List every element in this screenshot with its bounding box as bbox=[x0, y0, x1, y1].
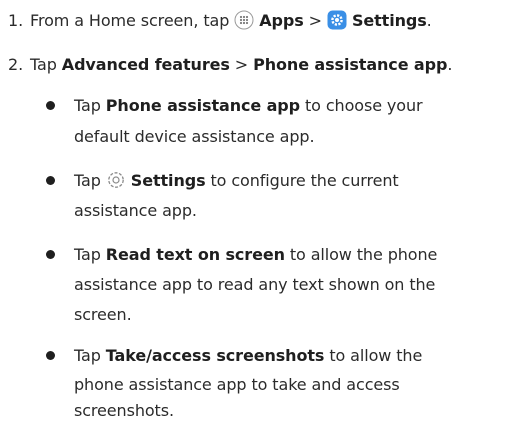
bullet-dot bbox=[46, 176, 55, 185]
bullet-3-line-3: screen. bbox=[74, 305, 132, 324]
apps-grid-icon bbox=[234, 10, 254, 36]
step-end: . bbox=[447, 55, 453, 74]
apps-label: Apps bbox=[259, 11, 304, 30]
bullet-bold: Phone assistance app bbox=[105, 96, 301, 115]
bullet-text: to configure the current bbox=[205, 171, 399, 190]
bullet-1-line-1: Tap Phone assistance app to choose your bbox=[74, 95, 423, 117]
bullet-bold: Settings bbox=[130, 171, 206, 190]
bullet-3-line-2: assistance app to read any text shown on… bbox=[74, 275, 436, 294]
step-text: From a Home screen, tap bbox=[30, 11, 235, 30]
step-text: Tap bbox=[30, 55, 62, 74]
bullet-text: Tap bbox=[74, 346, 106, 365]
phone-assistance-app-label: Phone assistance app bbox=[253, 55, 448, 74]
bullet-dot bbox=[46, 101, 55, 110]
settings-gear-filled-icon bbox=[327, 10, 347, 36]
separator: > bbox=[229, 55, 254, 74]
bullet-text: to allow the phone bbox=[284, 245, 438, 264]
step-number: 2. bbox=[8, 55, 24, 74]
bullet-text: to allow the bbox=[324, 346, 423, 365]
bullet-2-line-2: assistance app. bbox=[74, 201, 197, 220]
bullet-bold: Read text on screen bbox=[105, 245, 285, 264]
settings-label: Settings bbox=[351, 11, 427, 30]
bullet-3-line-1: Tap Read text on screen to allow the pho… bbox=[74, 244, 437, 266]
bullet-text: Tap bbox=[74, 96, 106, 115]
bullet-text: Tap bbox=[74, 171, 106, 190]
bullet-4-line-3: screenshots. bbox=[74, 401, 174, 420]
bullet-bold: Take/access screenshots bbox=[105, 346, 325, 365]
bullet-dot bbox=[46, 351, 55, 360]
step-number: 1. bbox=[8, 11, 24, 30]
advanced-features-label: Advanced features bbox=[61, 55, 230, 74]
bullet-4-line-2: phone assistance app to take and access bbox=[74, 375, 400, 394]
bullet-4-line-1: Tap Take/access screenshots to allow the bbox=[74, 345, 422, 367]
bullet-2-line-1: Tap Settings to configure the current bbox=[74, 170, 399, 196]
separator: > bbox=[303, 11, 327, 30]
settings-gear-outline-icon bbox=[106, 170, 126, 196]
bullet-dot bbox=[46, 250, 55, 259]
step-end: . bbox=[426, 11, 432, 30]
step-1-text: From a Home screen, tap Apps > Settings. bbox=[30, 10, 432, 36]
bullet-text: Tap bbox=[74, 245, 106, 264]
bullet-1-line-2: default device assistance app. bbox=[74, 127, 315, 146]
bullet-text: to choose your bbox=[300, 96, 423, 115]
step-2-text: Tap Advanced features > Phone assistance… bbox=[30, 54, 452, 76]
